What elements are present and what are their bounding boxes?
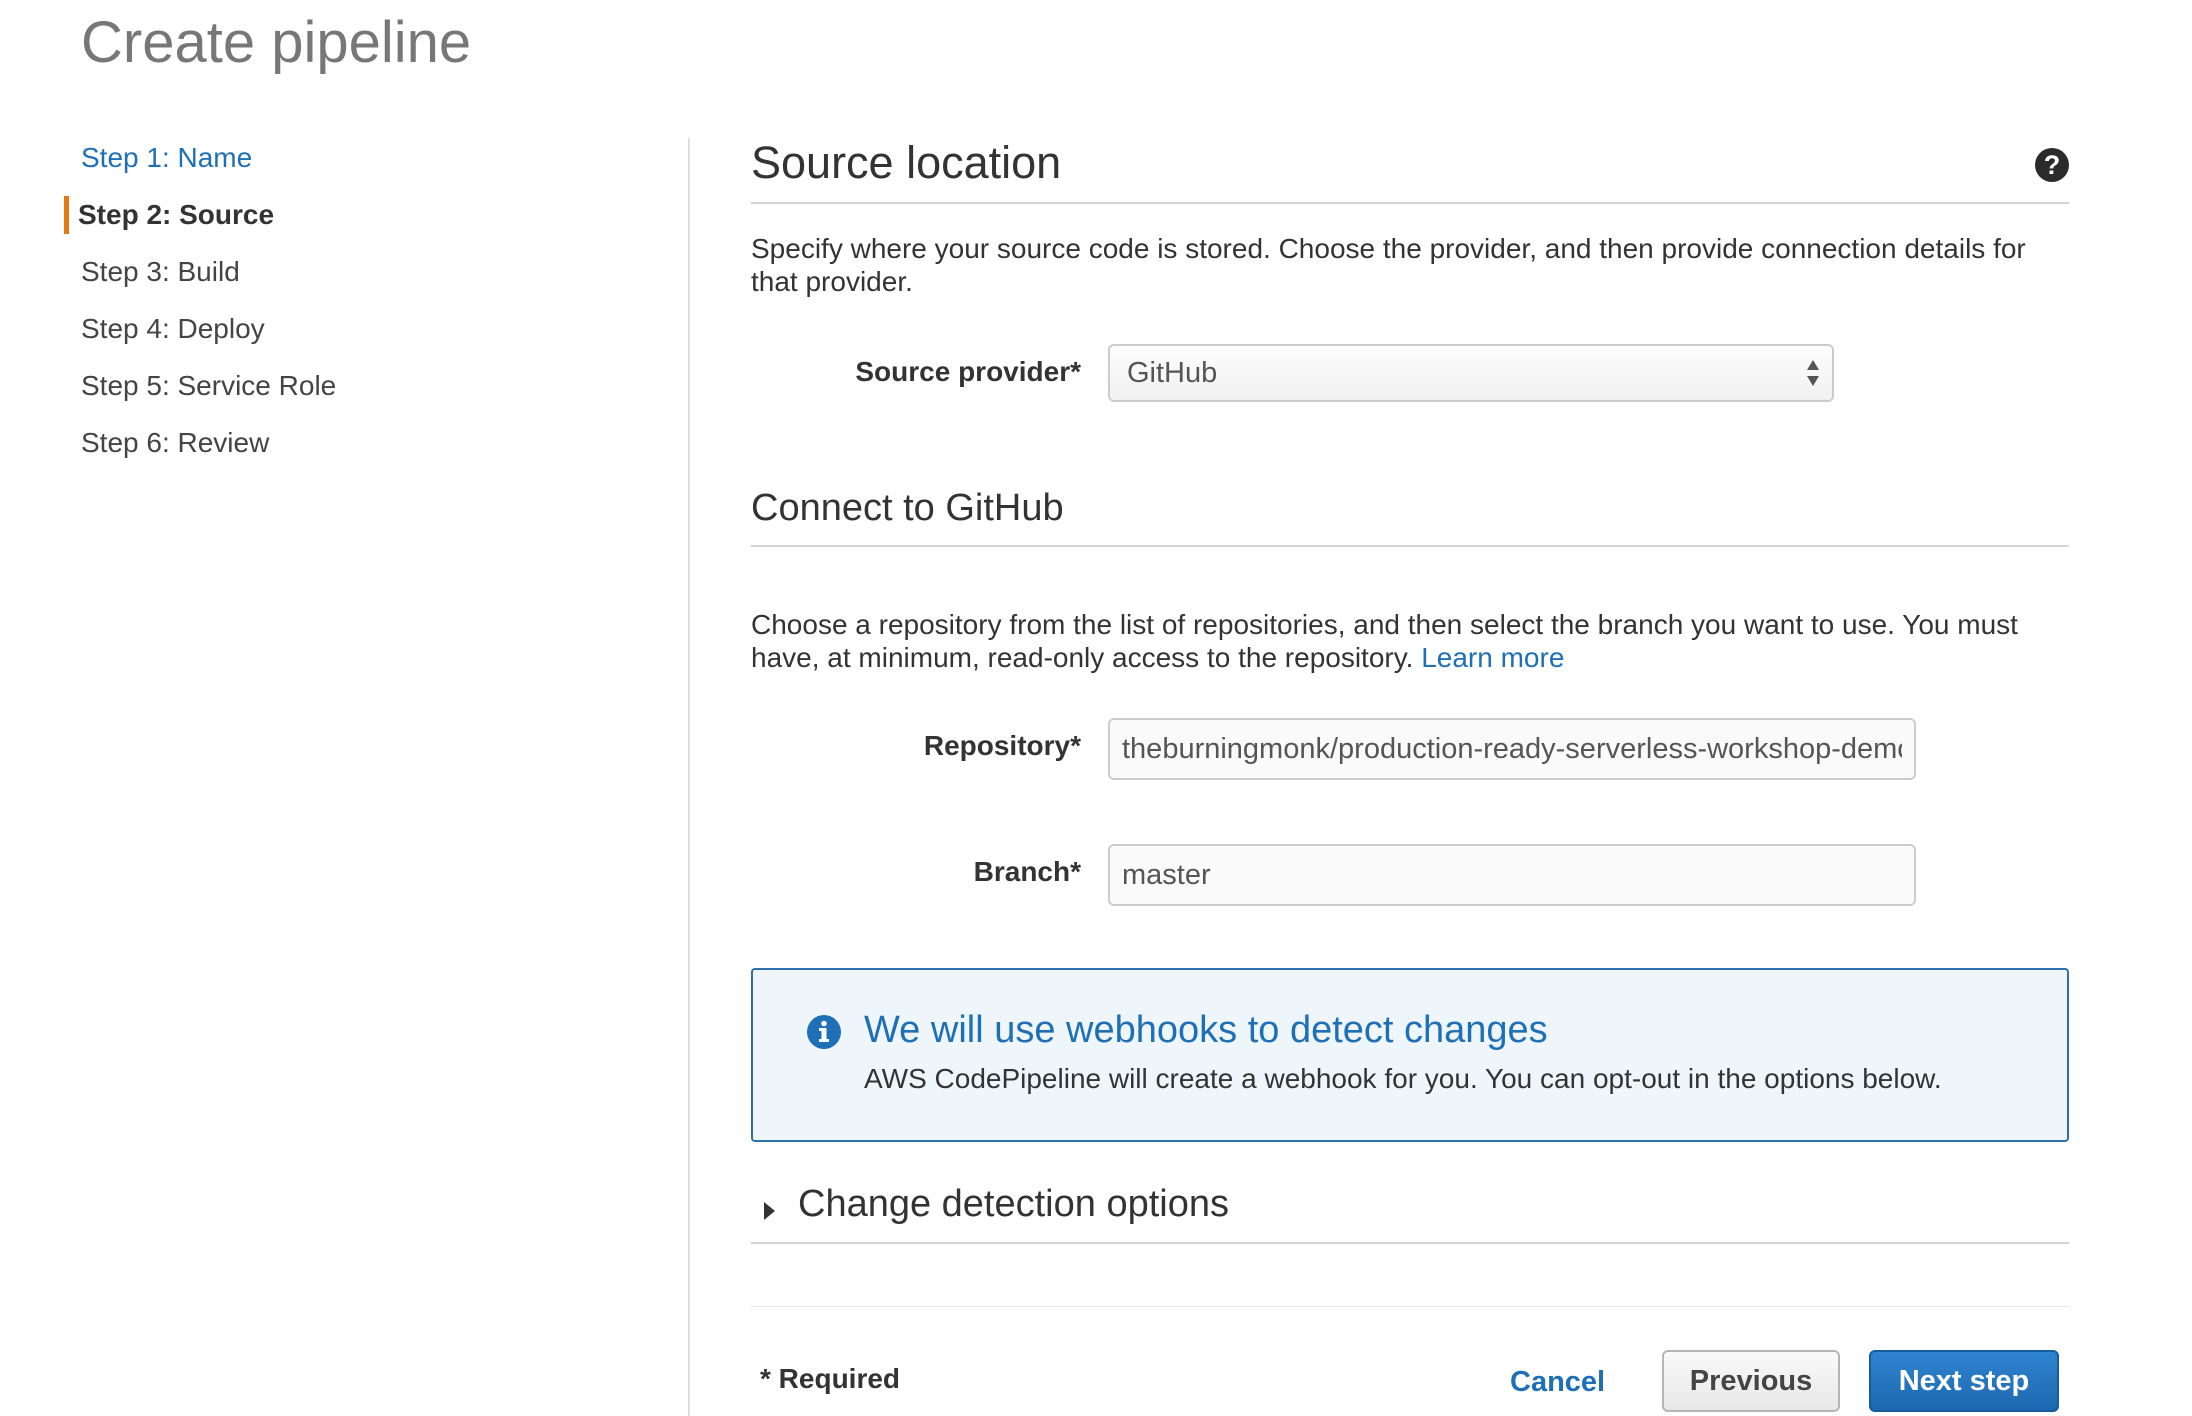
repository-label: Repository* (923, 730, 1081, 761)
caret-right-icon (764, 1202, 775, 1220)
info-title: We will use webhooks to detect changes (864, 1009, 1548, 1051)
branch-input[interactable] (1108, 844, 1916, 906)
source-location-title: Source location (751, 137, 1062, 188)
required-note: * Required (760, 1363, 901, 1394)
connect-github-title: Connect to GitHub (751, 487, 1064, 529)
step-review: Step 6: Review (81, 427, 270, 458)
source-provider-value: GitHub (1127, 357, 1218, 389)
step-service-role: Step 5: Service Role (81, 370, 337, 401)
step-name[interactable]: Step 1: Name (64, 133, 664, 190)
source-provider-select[interactable]: GitHub (1108, 344, 1834, 402)
github-description-text: Choose a repository from the list of rep… (751, 609, 2018, 673)
footer-divider (751, 1306, 2069, 1307)
cancel-button[interactable]: Cancel (1510, 1366, 1605, 1399)
change-detection-label: Change detection options (798, 1183, 1229, 1225)
page-title: Create pipeline (81, 10, 472, 75)
step-deploy: Step 4: Deploy (81, 313, 265, 344)
connect-github-header: Connect to GitHub (751, 486, 2069, 547)
info-text: AWS CodePipeline will create a webhook f… (864, 1063, 1942, 1094)
step-build: Step 3: Build (81, 256, 240, 287)
select-arrows-icon (1807, 360, 1819, 386)
github-description: Choose a repository from the list of rep… (751, 608, 2041, 674)
wizard-steps: Step 1: Name Step 2: Source Step 3: Buil… (64, 133, 664, 475)
branch-label: Branch* (973, 856, 1081, 887)
source-location-header: Source location ? (751, 136, 2069, 204)
source-location-description: Specify where your source code is stored… (751, 233, 2026, 297)
webhook-info-box: We will use webhooks to detect changes A… (751, 968, 2069, 1142)
help-icon[interactable]: ? (2035, 148, 2069, 182)
source-provider-label: Source provider* (855, 356, 1081, 387)
learn-more-link[interactable]: Learn more (1421, 642, 1564, 673)
change-detection-toggle[interactable]: Change detection options (751, 1180, 2069, 1244)
step-source: Step 2: Source (64, 190, 664, 247)
info-icon (807, 1015, 841, 1049)
next-step-button[interactable]: Next step (1869, 1350, 2059, 1412)
sidebar-divider (688, 138, 690, 1416)
previous-button[interactable]: Previous (1662, 1350, 1840, 1412)
repository-input[interactable] (1108, 718, 1916, 780)
